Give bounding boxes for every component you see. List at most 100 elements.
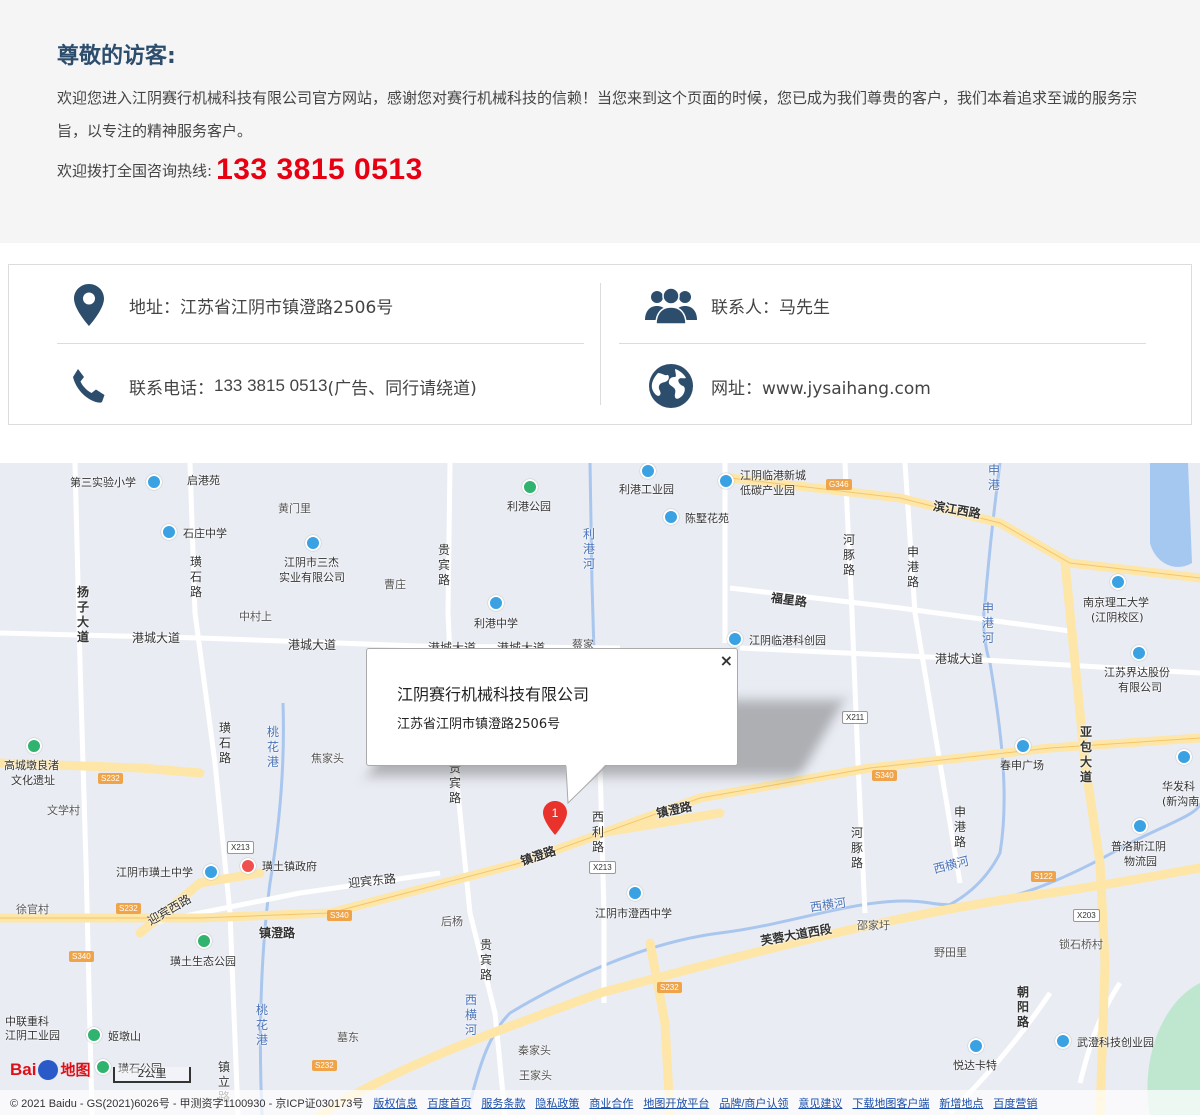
building-poi-icon[interactable]	[727, 631, 743, 647]
link-business[interactable]: 商业合作	[589, 1095, 633, 1111]
park-poi-icon[interactable]	[196, 933, 212, 949]
building-poi-icon[interactable]	[718, 473, 734, 489]
building-poi-icon[interactable]	[1132, 818, 1148, 834]
hotline-number[interactable]: 133 3815 0513	[216, 153, 423, 187]
route-shield: X213	[227, 841, 254, 854]
link-baidu-home[interactable]: 百度首页	[427, 1095, 471, 1111]
map-label: 中联重科	[5, 1015, 49, 1028]
map-label: 姬墩山	[108, 1030, 141, 1043]
welcome-title: 尊敬的访客:	[57, 44, 176, 69]
map-label: 焦家头	[311, 752, 344, 765]
map-label: 武澄科技创业园	[1077, 1036, 1154, 1049]
map-label: 文化遗址	[11, 774, 55, 787]
link-privacy[interactable]: 隐私政策	[535, 1095, 579, 1111]
road-label: 港城大道	[288, 638, 337, 652]
link-brand-claim[interactable]: 品牌/商户认领	[719, 1095, 788, 1111]
address-text: 地址：江苏省江阴市镇澄路2506号	[129, 297, 394, 318]
logo-map-text: 地图	[60, 1061, 91, 1079]
school-poi-icon[interactable]	[203, 864, 219, 880]
map-label: 江苏界达股份	[1104, 666, 1170, 679]
map-label: 第三实验小学	[70, 476, 136, 489]
link-open-platform[interactable]: 地图开放平台	[643, 1095, 709, 1111]
park-poi-icon[interactable]	[95, 1059, 111, 1075]
globe-icon	[639, 358, 703, 414]
building-poi-icon[interactable]	[1176, 749, 1192, 765]
location-pin-icon	[57, 277, 121, 333]
building-poi-icon[interactable]	[1131, 645, 1147, 661]
heritage-poi-icon[interactable]	[26, 738, 42, 754]
map-label: 实业有限公司	[279, 571, 345, 584]
website-text[interactable]: 网址：www.jysaihang.com	[711, 374, 931, 399]
map-label: 江阴市澄西中学	[595, 907, 672, 920]
building-poi-icon[interactable]	[1015, 738, 1031, 754]
building-poi-icon[interactable]	[968, 1038, 984, 1054]
river-label: 申港河	[982, 601, 995, 645]
map-label: 陈墅花苑	[685, 512, 729, 525]
hotline-row: 欢迎拨打全国咨询热线: 133 3815 0513	[57, 152, 423, 188]
phone-note: (广告、同行请绕道)	[327, 378, 477, 399]
government-poi-icon[interactable]	[240, 858, 256, 874]
park-poi-icon[interactable]	[522, 479, 538, 495]
contact-person: 联系人：马先生	[639, 277, 830, 333]
map-label: 江阴市三杰	[284, 556, 339, 569]
info-window: × 江阴赛行机械科技有限公司 江苏省江阴市镇澄路2506号	[366, 648, 738, 766]
map-label: 利港中学	[474, 617, 518, 630]
route-shield: X213	[589, 861, 616, 874]
building-poi-icon[interactable]	[1055, 1033, 1071, 1049]
info-window-address: 江苏省江阴市镇澄路2506号	[397, 717, 561, 732]
road-label: 申港路	[907, 545, 920, 589]
road-label: 申港路	[954, 805, 967, 849]
river-label: 利港河	[583, 527, 596, 571]
close-icon[interactable]: ×	[720, 651, 733, 670]
baidu-logo[interactable]: Bai 地图	[10, 1059, 90, 1080]
paw-icon	[38, 1059, 59, 1080]
map-label: 黄门里	[278, 502, 311, 515]
contact-divider-right	[619, 343, 1146, 344]
school-poi-icon[interactable]	[161, 524, 177, 540]
map-label: 利港工业园	[619, 483, 674, 496]
road-label: 亚包大道	[1080, 725, 1093, 784]
school-poi-icon[interactable]	[488, 595, 504, 611]
copyright-text: © 2021 Baidu - GS(2021)6026号 - 甲测资字11009…	[10, 1097, 364, 1110]
river-label: 桃花港	[256, 1003, 269, 1047]
building-poi-icon[interactable]	[640, 463, 656, 479]
map-scale: 2公里	[113, 1067, 191, 1083]
info-window-pointer	[566, 764, 607, 805]
map-label: 秦家头	[518, 1044, 551, 1057]
baidu-map[interactable]: 第三实验小学 启港苑 黄门里 利港公园 利港工业园 江阴临港新城 低碳产业园 陈…	[0, 463, 1200, 1115]
residence-poi-icon[interactable]	[663, 509, 679, 525]
link-terms[interactable]: 服务条款	[481, 1095, 525, 1111]
mountain-poi-icon[interactable]	[86, 1027, 102, 1043]
phone-label: 联系电话：	[129, 378, 214, 399]
river-label: 桃花港	[267, 725, 280, 769]
map-label: (江阴校区)	[1091, 611, 1144, 624]
map-label: 墓东	[337, 1031, 359, 1044]
link-download-client[interactable]: 下载地图客户端	[852, 1095, 929, 1111]
school-poi-icon[interactable]	[146, 474, 162, 490]
map-label: 低碳产业园	[740, 484, 795, 497]
map-label: 高城墩良渚	[4, 759, 59, 772]
road-label: 璜石路	[219, 721, 232, 765]
marker-number: 1	[552, 806, 559, 820]
building-poi-icon[interactable]	[305, 535, 321, 551]
route-shield: S340	[327, 910, 352, 921]
map-label: 江阴临港新城	[740, 469, 806, 482]
phone-number[interactable]: 133 3815 0513	[214, 376, 327, 396]
map-label: 邵家圩	[857, 919, 890, 932]
road-label: 璜石路	[190, 555, 203, 599]
link-add-place[interactable]: 新增地点	[939, 1095, 983, 1111]
school-poi-icon[interactable]	[1110, 574, 1126, 590]
link-feedback[interactable]: 意见建议	[798, 1095, 842, 1111]
map-label: 锁石桥村	[1059, 938, 1103, 951]
link-copyright[interactable]: 版权信息	[373, 1095, 417, 1111]
river-label: 申港	[988, 463, 1001, 492]
map-label: 有限公司	[1118, 681, 1162, 694]
school-poi-icon[interactable]	[627, 885, 643, 901]
map-label: 江阴临港科创园	[749, 634, 826, 647]
route-shield: S232	[312, 1060, 337, 1071]
link-marketing[interactable]: 百度营销	[993, 1095, 1037, 1111]
welcome-paragraph: 欢迎您进入江阴赛行机械科技有限公司官方网站，感谢您对赛行机械科技的信赖！当您来到…	[57, 89, 1138, 140]
location-marker[interactable]: 1	[543, 801, 567, 839]
map-label: 石庄中学	[183, 527, 227, 540]
contact-divider-left	[57, 343, 584, 344]
